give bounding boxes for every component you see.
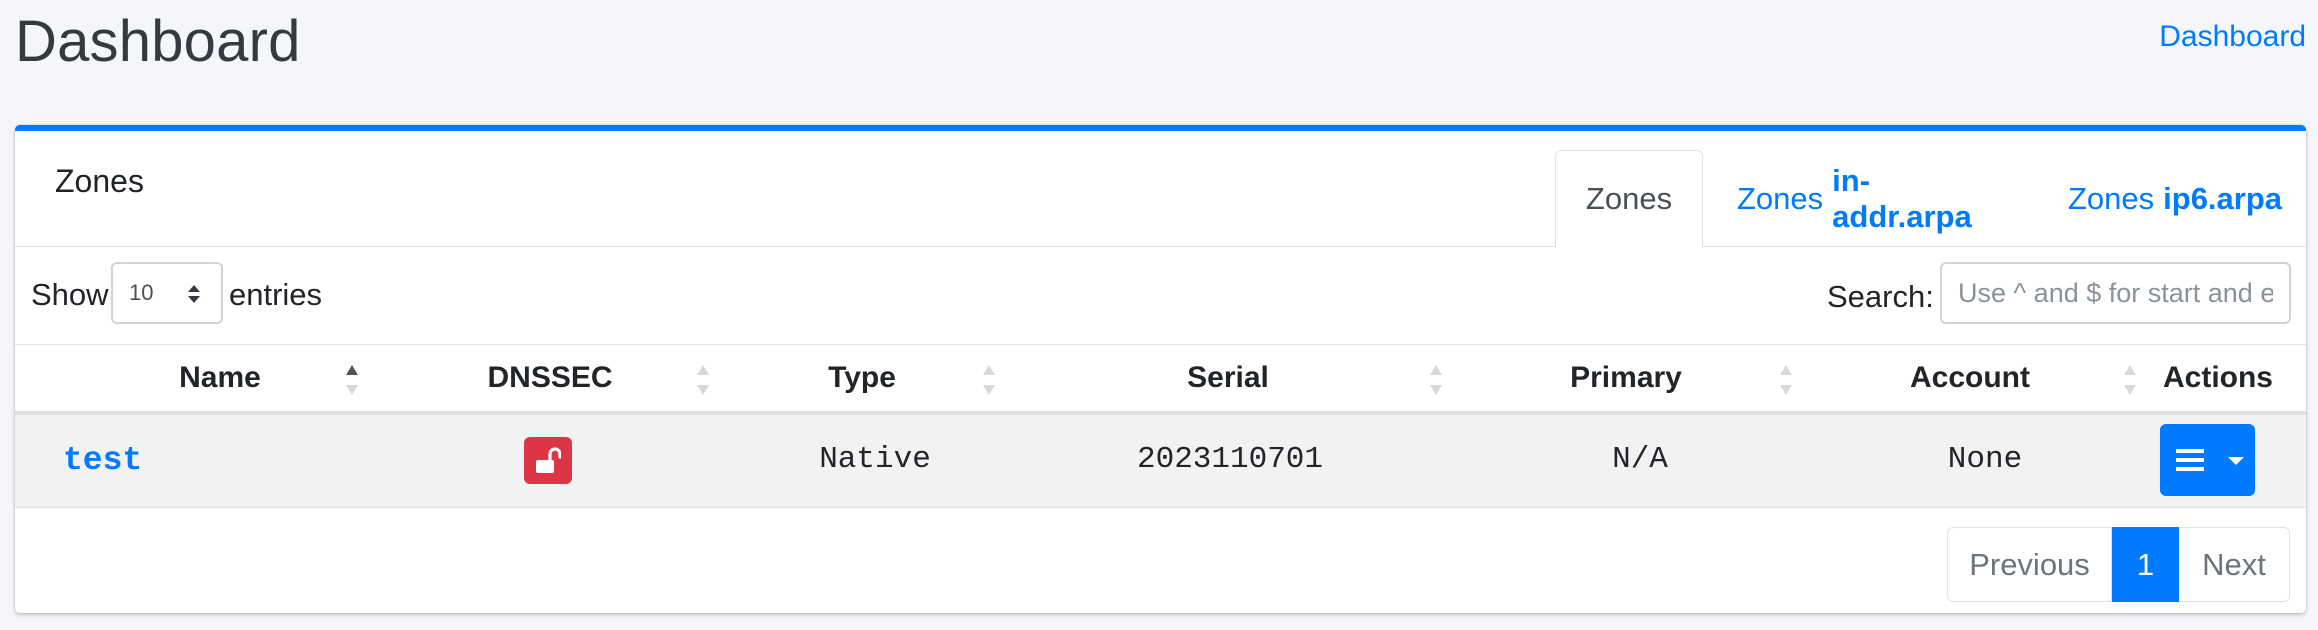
zone-name-link[interactable]: test bbox=[63, 442, 142, 479]
entries-label: entries bbox=[229, 277, 323, 312]
column-header-primary[interactable]: Primary bbox=[1563, 361, 1689, 395]
page-title: Dashboard bbox=[15, 9, 301, 74]
page-1-button[interactable]: 1 bbox=[2112, 527, 2179, 602]
breadcrumb-dashboard[interactable]: Dashboard bbox=[2159, 20, 2306, 54]
column-header-actions: Actions bbox=[2162, 361, 2273, 394]
column-header-account[interactable]: Account bbox=[1903, 361, 2037, 395]
search-label: Search: bbox=[1827, 279, 1934, 314]
sort-icon[interactable] bbox=[696, 361, 710, 399]
table-row: test Native 2023110701 N/A None bbox=[15, 415, 2306, 508]
column-header-type[interactable]: Type bbox=[815, 361, 909, 395]
tab-zones-in-addr-arpa[interactable]: Zones in-addr.arpa bbox=[1737, 150, 1977, 248]
menu-icon bbox=[2176, 449, 2204, 471]
sort-icon[interactable] bbox=[1779, 361, 1793, 399]
unlocked-icon bbox=[536, 446, 561, 473]
next-page-button[interactable]: Next bbox=[2179, 527, 2290, 602]
tab-zones-ip6-arpa[interactable]: Zones ip6.arpa bbox=[2065, 150, 2285, 248]
zone-account: None bbox=[1947, 442, 2023, 477]
column-header-dnssec[interactable]: DNSSEC bbox=[485, 361, 615, 395]
sort-asc-icon[interactable] bbox=[345, 361, 359, 399]
pagination: Previous 1 Next bbox=[1947, 527, 2290, 602]
sort-icon[interactable] bbox=[2123, 361, 2137, 399]
table-controls: Show 10 entries Search: bbox=[15, 247, 2306, 345]
zone-serial: 2023110701 bbox=[1136, 442, 1324, 477]
tab-zones[interactable]: Zones bbox=[1555, 150, 1703, 248]
zone-actions-button[interactable] bbox=[2160, 424, 2255, 496]
tab-label-bold: ip6.arpa bbox=[2163, 181, 2283, 216]
select-arrows-icon bbox=[188, 285, 200, 303]
search-input[interactable] bbox=[1940, 262, 2291, 324]
zone-type: Native bbox=[819, 442, 931, 477]
card-header: Zones Zones Zones in-addr.arpa Zones ip6… bbox=[15, 131, 2306, 248]
chevron-down-icon bbox=[2228, 457, 2244, 465]
sort-icon[interactable] bbox=[982, 361, 996, 399]
column-header-serial[interactable]: Serial bbox=[1170, 361, 1286, 395]
tab-label: Zones bbox=[2067, 181, 2155, 216]
page-length-value: 10 bbox=[129, 280, 154, 305]
sort-icon[interactable] bbox=[1429, 361, 1443, 399]
page-length-select[interactable]: 10 bbox=[111, 262, 223, 324]
zones-card: Zones Zones Zones in-addr.arpa Zones ip6… bbox=[15, 125, 2306, 613]
dnssec-button[interactable] bbox=[524, 437, 572, 484]
tab-label: Zones bbox=[1737, 181, 1824, 216]
table-header: Name DNSSEC Type Serial Primary Account … bbox=[15, 345, 2306, 415]
column-header-name[interactable]: Name bbox=[165, 361, 275, 395]
previous-page-button[interactable]: Previous bbox=[1947, 527, 2112, 602]
zone-primary: N/A bbox=[1612, 442, 1668, 477]
tab-label-bold: in-addr.arpa bbox=[1832, 163, 1972, 234]
tab-zones-label: Zones bbox=[1585, 181, 1673, 216]
card-title: Zones bbox=[55, 163, 144, 199]
show-label: Show bbox=[31, 277, 109, 312]
